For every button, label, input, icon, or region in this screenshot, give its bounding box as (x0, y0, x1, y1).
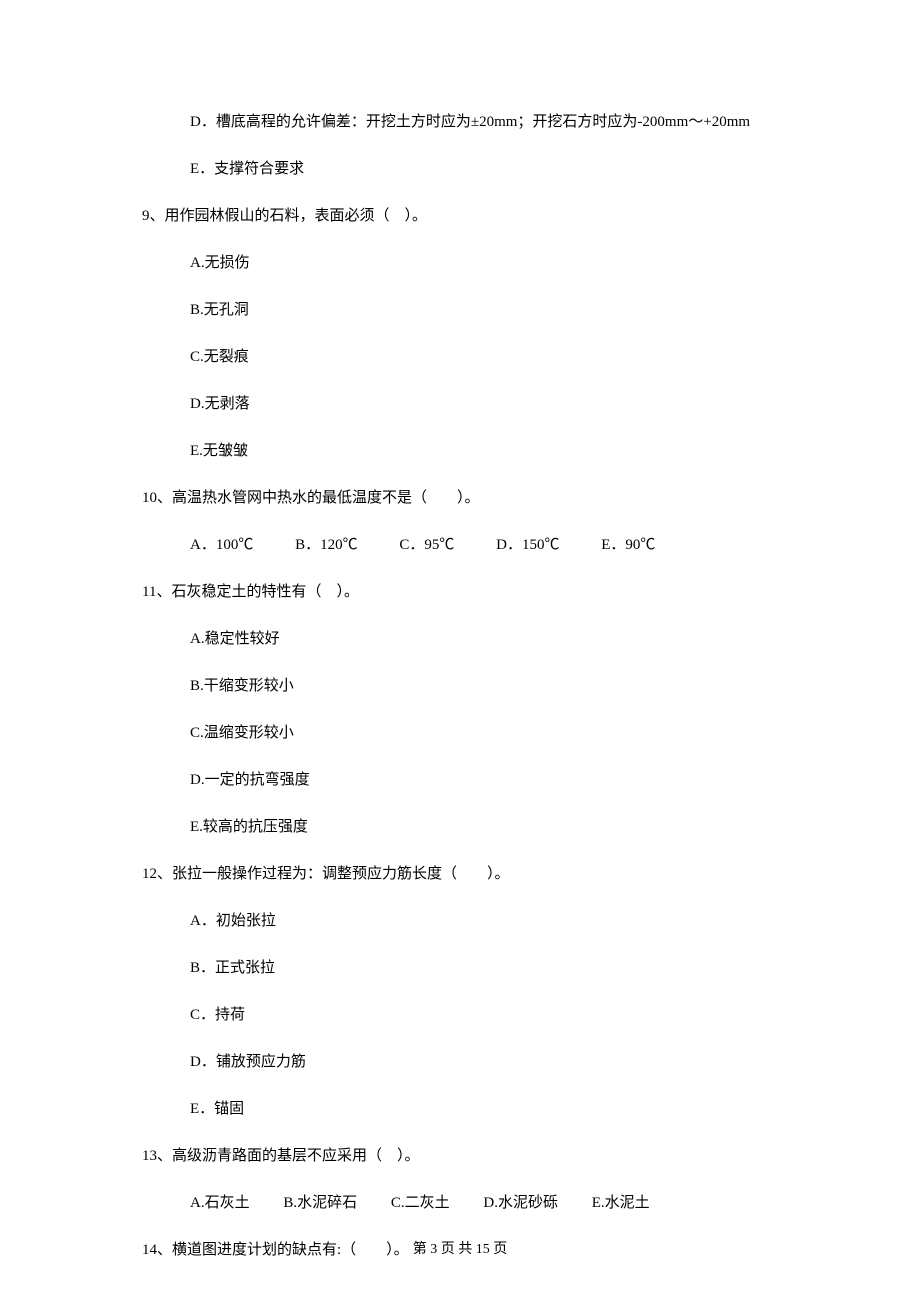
option-9-a: A.无损伤 (190, 253, 790, 274)
option-12-d: D．铺放预应力筋 (190, 1052, 790, 1073)
option-10-b: B．120℃ (295, 535, 358, 556)
question-11: 11、石灰稳定土的特性有（ ）。 (142, 582, 790, 603)
question-12: 12、张拉一般操作过程为：调整预应力筋长度（ ）。 (142, 864, 790, 885)
option-12-b: B．正式张拉 (190, 958, 790, 979)
question-10: 10、高温热水管网中热水的最低温度不是（ ）。 (142, 488, 790, 509)
option-10-d: D．150℃ (496, 535, 559, 556)
option-9-e: E.无皱皱 (190, 441, 790, 462)
option-10-c: C．95℃ (399, 535, 454, 556)
option-9-d: D.无剥落 (190, 394, 790, 415)
option-13-c: C.二灰土 (391, 1193, 450, 1214)
page-container: D．槽底高程的允许偏差：开挖土方时应为±20mm；开挖石方时应为-200mm～+… (0, 0, 920, 1302)
option-11-b: B.干缩变形较小 (190, 676, 790, 697)
option-10-e: E．90℃ (601, 535, 655, 556)
option-13-e: E.水泥土 (592, 1193, 650, 1214)
option-13-b: B.水泥碎石 (283, 1193, 357, 1214)
option-12-e: E．锚固 (190, 1099, 790, 1120)
option-e-pre: E．支撑符合要求 (190, 159, 790, 180)
options-10: A．100℃ B．120℃ C．95℃ D．150℃ E．90℃ (190, 535, 790, 556)
option-10-a: A．100℃ (190, 535, 253, 556)
option-9-b: B.无孔洞 (190, 300, 790, 321)
option-13-d: D.水泥砂砾 (483, 1193, 558, 1214)
option-12-c: C．持荷 (190, 1005, 790, 1026)
question-13: 13、高级沥青路面的基层不应采用（ ）。 (142, 1146, 790, 1167)
options-13: A.石灰土 B.水泥碎石 C.二灰土 D.水泥砂砾 E.水泥土 (190, 1193, 790, 1214)
option-11-e: E.较高的抗压强度 (190, 817, 790, 838)
option-11-c: C.温缩变形较小 (190, 723, 790, 744)
question-9: 9、用作园林假山的石料，表面必须（ ）。 (142, 206, 790, 227)
option-11-d: D.一定的抗弯强度 (190, 770, 790, 791)
option-12-a: A．初始张拉 (190, 911, 790, 932)
option-13-a: A.石灰土 (190, 1193, 250, 1214)
option-9-c: C.无裂痕 (190, 347, 790, 368)
option-11-a: A.稳定性较好 (190, 629, 790, 650)
option-d-pre: D．槽底高程的允许偏差：开挖土方时应为±20mm；开挖石方时应为-200mm～+… (190, 112, 790, 133)
page-footer: 第 3 页 共 15 页 (0, 1240, 920, 1260)
